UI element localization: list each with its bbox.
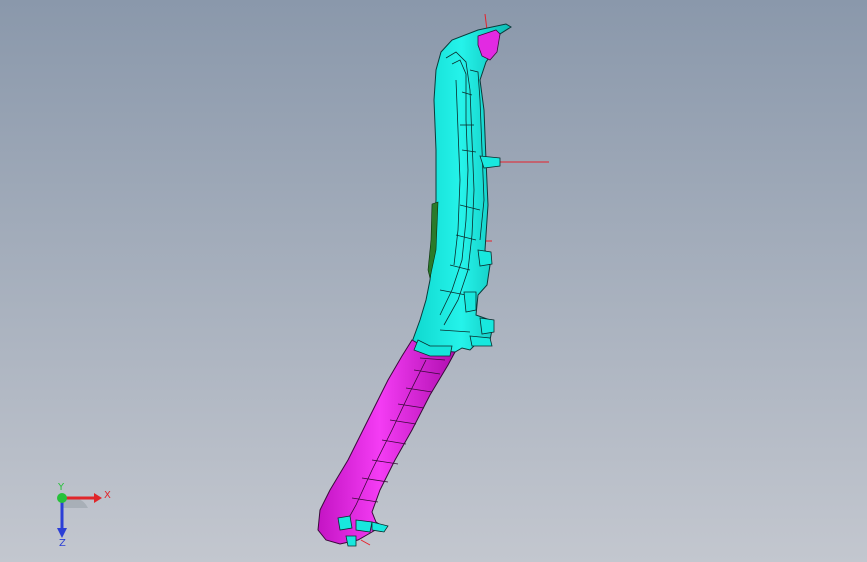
axis-triad: X Y Z bbox=[57, 482, 111, 546]
x-axis-label: X bbox=[104, 490, 111, 501]
model-scene[interactable] bbox=[0, 0, 867, 562]
3d-graphics-viewport[interactable]: X Y Z bbox=[0, 0, 867, 562]
y-axis-label: Y bbox=[57, 482, 65, 493]
y-axis-origin bbox=[57, 493, 67, 503]
z-axis-label: Z bbox=[59, 538, 66, 546]
